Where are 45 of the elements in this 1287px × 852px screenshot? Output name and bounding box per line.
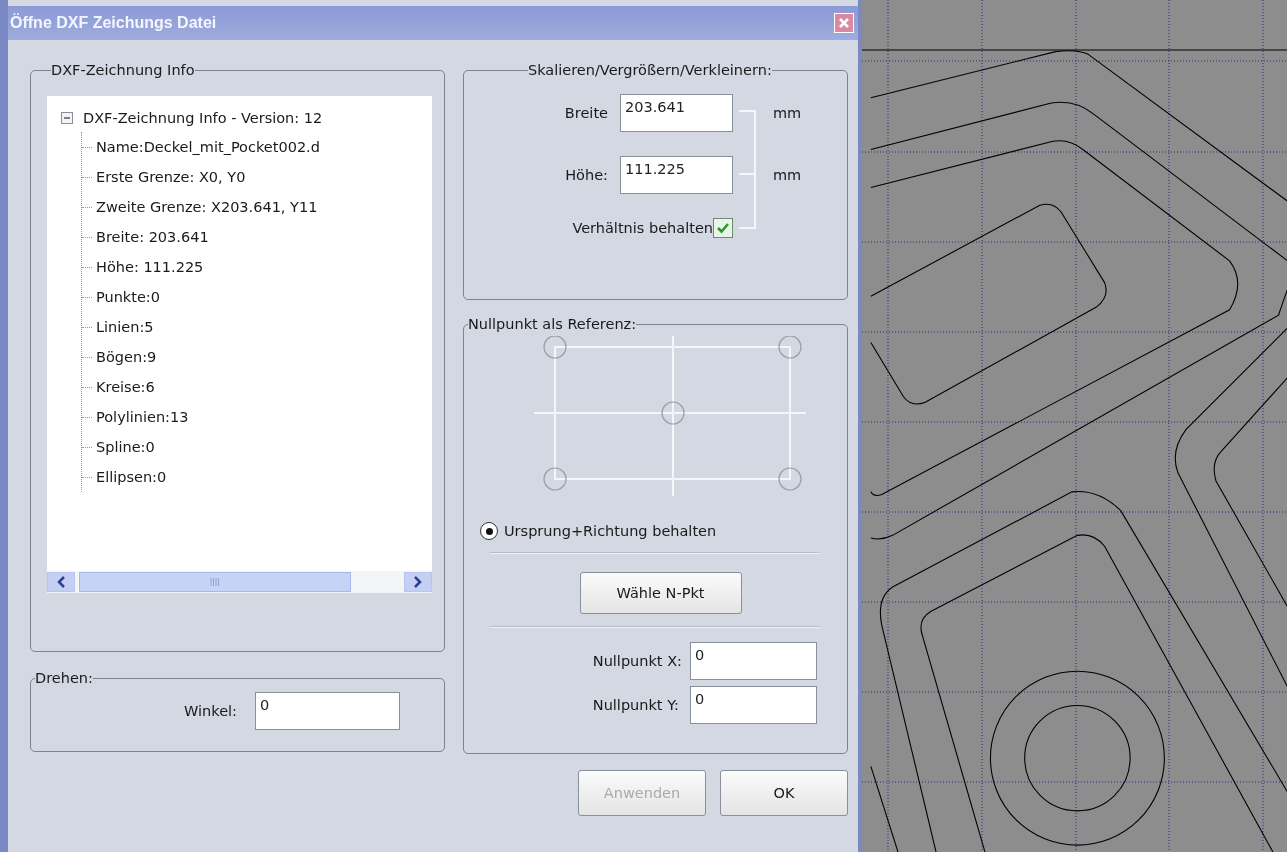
tree-item[interactable]: Zweite Grenze: X203.641, Y11 xyxy=(96,199,318,215)
field-label: Winkel: xyxy=(184,703,237,719)
tree-item[interactable]: Höhe: 111.225 xyxy=(96,259,204,275)
window-title: Öffne DXF Zeichungs Datei xyxy=(10,14,217,32)
tree-item[interactable]: Kreise:6 xyxy=(96,379,155,395)
tree-item[interactable]: Polylinien:13 xyxy=(96,409,189,425)
tree-item[interactable]: Erste Grenze: X0, Y0 xyxy=(96,169,246,185)
tree-item[interactable]: Spline:0 xyxy=(96,439,155,455)
origin-y-field[interactable]: 0 xyxy=(690,686,817,724)
field-label: Nullpunkt Y: xyxy=(592,697,680,713)
scrollbar-thumb[interactable] xyxy=(79,572,351,592)
scroll-left-button[interactable] xyxy=(47,572,75,592)
grip-icon xyxy=(210,578,220,586)
close-button[interactable] xyxy=(834,13,854,33)
check-icon xyxy=(716,221,730,235)
keep-ratio-checkbox[interactable] xyxy=(713,218,733,238)
tree-item[interactable]: Bögen:9 xyxy=(96,349,157,365)
tree-item[interactable]: Linien:5 xyxy=(96,319,154,335)
collapse-icon[interactable] xyxy=(61,112,73,124)
angle-field[interactable]: 0 xyxy=(255,692,400,730)
group-title: Nullpunkt als Referenz: xyxy=(468,316,637,332)
origin-x-field[interactable]: 0 xyxy=(690,642,817,680)
close-icon xyxy=(838,17,850,29)
scroll-right-button[interactable] xyxy=(404,572,432,592)
field-label: Breite xyxy=(563,105,609,121)
tree-item[interactable]: Ellipsen:0 xyxy=(96,469,167,485)
tree-item[interactable]: Punkte:0 xyxy=(96,289,160,305)
radio-button[interactable] xyxy=(480,522,498,540)
unit-label: mm xyxy=(772,105,803,121)
checkbox-label: Verhältnis behalten xyxy=(572,220,713,236)
horizontal-scrollbar[interactable] xyxy=(47,571,432,593)
field-label: Höhe: xyxy=(564,167,609,183)
unit-label: mm xyxy=(772,167,803,183)
tree-item[interactable]: DXF-Zeichnung Info - Version: 12 xyxy=(83,110,323,126)
group-title: DXF-Zeichnung Info xyxy=(51,62,195,78)
radio-label: Ursprung+Richtung behalten xyxy=(504,523,717,539)
width-field[interactable]: 203.641 xyxy=(620,94,733,132)
pick-point-button[interactable]: Wähle N-Pkt xyxy=(579,572,742,614)
ok-button[interactable]: OK xyxy=(720,770,848,816)
tree-item[interactable]: Breite: 203.641 xyxy=(96,229,209,245)
tree-item[interactable]: Name:Deckel_mit_Pocket002.d xyxy=(96,139,320,155)
group-title: Skalieren/Vergrößern/Verkleinern: xyxy=(528,62,772,78)
group-title: Drehen: xyxy=(35,670,93,686)
field-label: Nullpunkt X: xyxy=(592,653,682,669)
height-field[interactable]: 111.225 xyxy=(620,156,733,194)
